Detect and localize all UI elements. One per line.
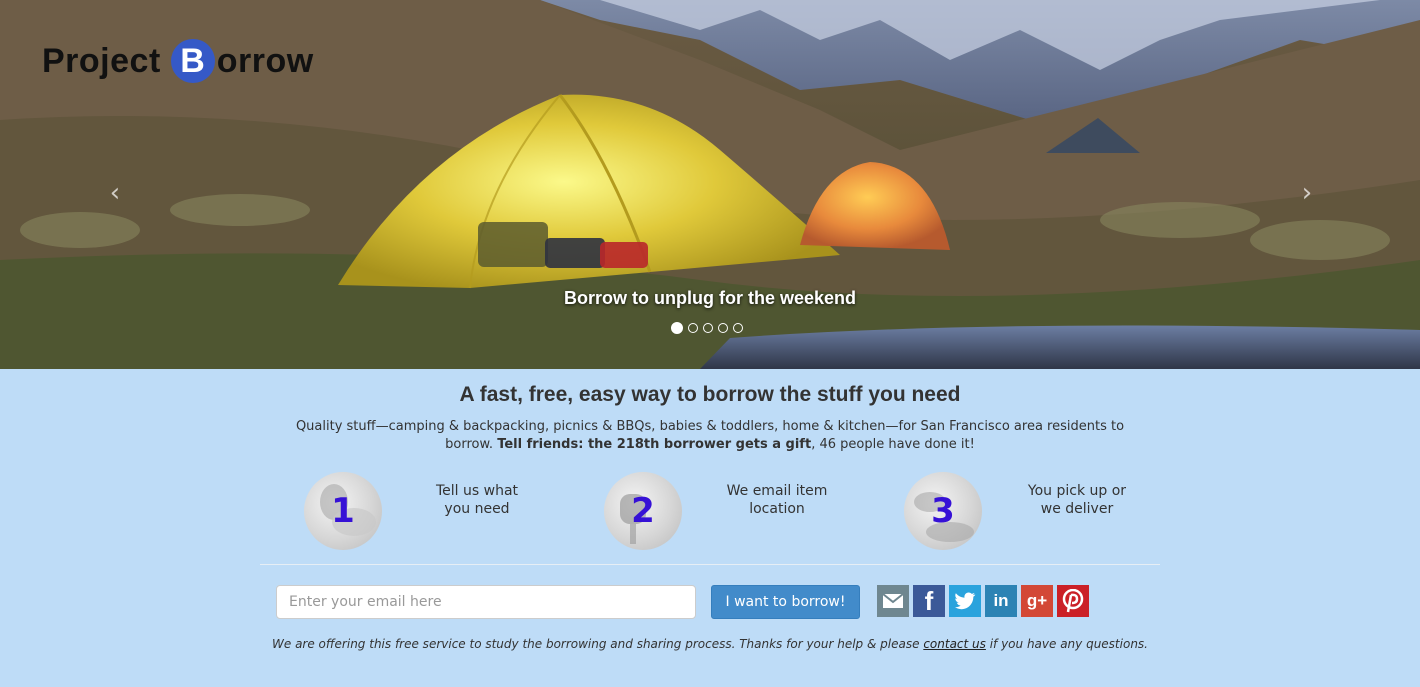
- signup-form: I want to borrow! f in g+: [0, 585, 1420, 625]
- share-linkedin-button[interactable]: in: [985, 585, 1017, 617]
- twitter-icon: [955, 592, 976, 610]
- step-2-line-2: location: [749, 501, 805, 517]
- contact-us-link[interactable]: contact us: [923, 637, 986, 651]
- logo-b-badge: B: [170, 39, 215, 83]
- logo-text-project: Project: [42, 41, 161, 80]
- footnote-text: We are offering this free service to stu…: [272, 637, 924, 651]
- step-1-image: 1: [304, 472, 382, 550]
- step-2: 2 We email item location: [604, 472, 864, 552]
- share-email-button[interactable]: [877, 585, 909, 617]
- footnote: We are offering this free service to stu…: [0, 637, 1420, 651]
- main-content: A fast, free, easy way to borrow the stu…: [0, 383, 1420, 651]
- carousel-dot-3[interactable]: [703, 323, 713, 333]
- carousel-dot-2[interactable]: [688, 323, 698, 333]
- borrow-submit-button[interactable]: I want to borrow!: [711, 585, 860, 619]
- email-icon: [882, 593, 904, 608]
- step-3-image: 3: [904, 472, 982, 550]
- page-description: Quality stuff—camping & backpacking, pic…: [270, 418, 1150, 454]
- step-3: 3 You pick up or we deliver: [904, 472, 1164, 552]
- logo-text-orrow: orrow: [216, 41, 314, 80]
- share-google-plus-button[interactable]: g+: [1021, 585, 1053, 617]
- footnote-text-end: if you have any questions.: [985, 637, 1148, 651]
- social-share-buttons: f in g+: [877, 585, 1089, 617]
- step-1: 1 Tell us what you need: [304, 472, 564, 552]
- how-it-works-steps: 1 Tell us what you need 2 We email item …: [0, 464, 1420, 564]
- step-2-number: 2: [631, 491, 655, 531]
- project-borrow-logo[interactable]: Project B orrow: [42, 38, 314, 84]
- carousel-prev-button[interactable]: ‹: [103, 178, 127, 208]
- step-3-line-1: You pick up or: [1027, 483, 1127, 499]
- description-text-end: , 46 people have done it!: [811, 437, 975, 452]
- step-1-line-1: Tell us what: [435, 483, 519, 499]
- carousel-dot-1[interactable]: [671, 322, 683, 334]
- page-headline: A fast, free, easy way to borrow the stu…: [459, 383, 961, 406]
- share-twitter-button[interactable]: [949, 585, 981, 617]
- description-highlight: Tell friends: the 218th borrower gets a …: [497, 437, 812, 452]
- chevron-left-icon: ‹: [109, 178, 121, 208]
- carousel-dot-4[interactable]: [718, 323, 728, 333]
- step-3-text: You pick up or we deliver: [1014, 482, 1140, 518]
- carousel-indicators: [671, 322, 743, 334]
- step-2-text: We email item location: [714, 482, 840, 518]
- step-1-text: Tell us what you need: [414, 482, 540, 518]
- hero-carousel: Project B orrow ‹ › Borrow to unplug for…: [0, 0, 1420, 369]
- step-3-line-2: we deliver: [1040, 501, 1114, 517]
- carousel-caption: Borrow to unplug for the weekend: [564, 288, 856, 308]
- facebook-icon: f: [924, 585, 934, 616]
- carousel-dot-5[interactable]: [733, 323, 743, 333]
- pinterest-icon: [1062, 589, 1084, 613]
- share-facebook-button[interactable]: f: [913, 585, 945, 617]
- google-plus-icon: g+: [1026, 591, 1048, 610]
- chevron-right-icon: ›: [1301, 178, 1313, 208]
- step-3-number: 3: [931, 491, 955, 531]
- step-2-image: 2: [604, 472, 682, 550]
- step-1-number: 1: [331, 491, 355, 531]
- step-2-line-1: We email item: [726, 483, 828, 499]
- carousel-next-button[interactable]: ›: [1295, 178, 1319, 208]
- linkedin-icon: in: [993, 591, 1009, 610]
- step-1-line-2: you need: [444, 501, 510, 517]
- section-divider: [260, 564, 1160, 565]
- email-input[interactable]: [276, 585, 696, 619]
- share-pinterest-button[interactable]: [1057, 585, 1089, 617]
